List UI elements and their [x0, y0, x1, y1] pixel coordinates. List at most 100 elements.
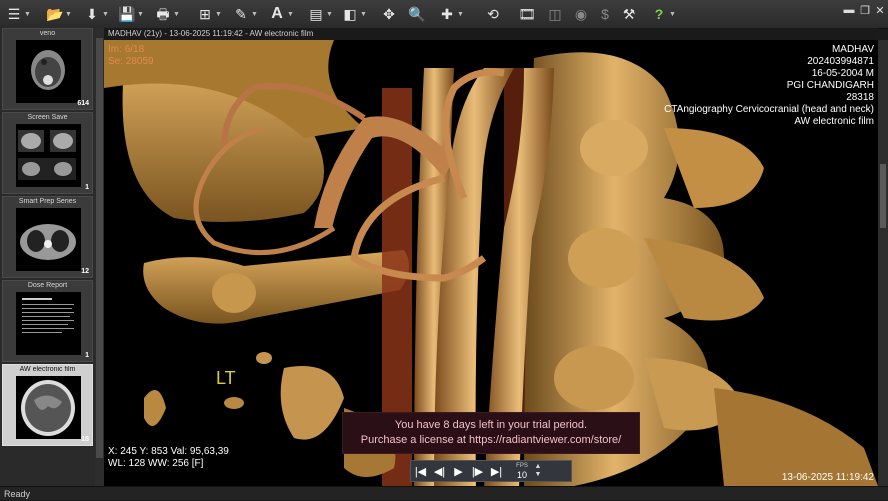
image-count: 12	[81, 268, 89, 275]
chevron-down-icon: ▼	[251, 10, 258, 18]
download-icon: ⬇	[86, 6, 98, 22]
prev-frame-icon: ◀|	[433, 465, 446, 478]
close-button[interactable]: ✕	[873, 3, 887, 17]
reset-button[interactable]: ⟲	[480, 3, 506, 25]
image-index-label: Im: 6/18	[108, 44, 145, 55]
first-frame-icon: |◀	[414, 465, 427, 478]
chevron-down-icon: ▼	[457, 10, 464, 18]
image-count: 1	[85, 352, 89, 359]
open-button[interactable]: 📂 ▼	[44, 3, 74, 25]
annotation-button[interactable]: A ▼	[266, 3, 296, 25]
patient-id-label: 202403994871	[807, 56, 874, 67]
last-frame-icon: ▶|	[490, 465, 503, 478]
first-frame-button[interactable]: |◀	[411, 462, 430, 480]
save-button[interactable]: 💾 ▼	[116, 3, 146, 25]
chevron-down-icon: ▼	[326, 10, 333, 18]
pixel-info-label: X: 245 Y: 853 Val: 95,63,39	[108, 446, 229, 457]
chevron-down-icon: ▼	[173, 10, 180, 18]
open-folder-icon: 📂	[46, 6, 64, 22]
viewer-scrollbar[interactable]	[878, 40, 888, 486]
window-level-icon: ◧	[343, 6, 357, 22]
trial-days-text: You have 8 days left in your trial perio…	[394, 419, 588, 431]
series-sidebar: veno 614 Screen Save 1 Smart Prep Series…	[0, 28, 96, 486]
series-title: veno	[39, 30, 56, 37]
print-icon: 🖶	[156, 6, 170, 22]
status-bar: Ready	[0, 486, 888, 500]
series-title: AW electronic film	[19, 366, 76, 373]
fps-stepper[interactable]: ▲ ▼	[533, 463, 543, 479]
film-button[interactable]: 🎞	[514, 3, 540, 25]
restore-button[interactable]: ❐	[858, 3, 872, 17]
chevron-down-icon: ▼	[669, 10, 676, 18]
series-thumbnail-image	[16, 292, 81, 355]
tools-icon: ✎	[235, 6, 247, 22]
fps-control[interactable]: FPS 10	[511, 463, 533, 480]
study-datetime-label: 13-06-2025 11:19:42	[781, 472, 874, 483]
prev-frame-button[interactable]: ◀|	[430, 462, 449, 480]
mpr-icon: ◫	[548, 6, 562, 22]
annotation-text-icon: A	[271, 5, 283, 22]
next-frame-button[interactable]: |▶	[468, 462, 487, 480]
scrollbar-thumb[interactable]	[880, 164, 886, 228]
film-icon: 🎞	[518, 6, 536, 22]
series-thumbnail-image	[16, 208, 81, 271]
help-button[interactable]: ? ▼	[648, 3, 678, 25]
print-button[interactable]: 🖶 ▼	[152, 3, 182, 25]
study-description-label: CTAngiography Cervicocranial (head and n…	[664, 104, 874, 115]
window-level-label: WL: 128 WW: 256 [F]	[108, 458, 204, 469]
window-level-button[interactable]: ◧ ▼	[340, 3, 368, 25]
tools-button[interactable]: ✎ ▼	[230, 3, 260, 25]
minimize-icon: ▬	[843, 4, 855, 16]
institution-label: PGI CHANDIGARH	[786, 80, 874, 91]
fps-value: 10	[516, 469, 527, 480]
series-thumbnail-image	[16, 40, 81, 103]
restore-icon: ❐	[860, 4, 870, 17]
series-title: Dose Report	[27, 282, 68, 289]
image-count: 1	[85, 184, 89, 191]
series-thumbnail-aw-electronic-film[interactable]: AW electronic film 18	[2, 364, 93, 446]
stack-button[interactable]: ▤ ▼	[306, 3, 334, 25]
trial-purchase-text: Purchase a license at https://radiantvie…	[360, 434, 622, 446]
chevron-down-icon: ▼	[215, 10, 222, 18]
zoom-icon: 🔍	[408, 6, 426, 22]
minimize-button[interactable]: ▬	[842, 3, 856, 17]
close-icon: ✕	[875, 4, 885, 17]
image-viewport[interactable]: MADHAV (21y) - 13-06-2025 11:19:42 - AW …	[104, 28, 878, 486]
series-thumbnail-screen-save[interactable]: Screen Save 1	[2, 112, 93, 194]
menu-button[interactable]: ☰ ▼	[4, 3, 32, 25]
series-thumbnail-dose-report[interactable]: Dose Report 1	[2, 280, 93, 362]
sidebar-scrollbar[interactable]	[95, 28, 104, 486]
3d-button[interactable]: ◉	[570, 3, 592, 25]
menu-icon: ☰	[7, 6, 21, 22]
pan-icon: ✥	[383, 6, 395, 22]
fps-label: FPS	[516, 462, 528, 469]
main-toolbar: ☰ ▼ 📂 ▼ ⬇ ▼ 💾 ▼ 🖶 ▼ ⊞ ▼ ✎ ▼ A ▼ ▤ ▼ ◧ ▼ ✥ 🔍 ✚ ▼ ⟲ 🎞…	[0, 0, 888, 29]
tool-settings-icon: ⚒	[622, 6, 636, 22]
crosshair-button[interactable]: ✚ ▼	[436, 3, 466, 25]
patient-name-label: MADHAV	[831, 44, 874, 55]
series-number-label: Se: 28059	[108, 56, 154, 67]
last-frame-button[interactable]: ▶|	[487, 462, 506, 480]
zoom-button[interactable]: 🔍	[404, 3, 430, 25]
pan-button[interactable]: ✥	[376, 3, 402, 25]
play-icon: ▶	[454, 465, 463, 478]
chevron-down-icon: ▼	[102, 10, 109, 18]
series-thumbnail-smart-prep[interactable]: Smart Prep Series 12	[2, 196, 93, 278]
play-button[interactable]: ▶	[449, 462, 468, 480]
patient-dob-sex-label: 16-05-2004 M	[811, 68, 874, 79]
chevron-down-icon: ▼	[65, 10, 72, 18]
scrollbar-thumb[interactable]	[96, 38, 103, 458]
layout-button[interactable]: ⊞ ▼	[194, 3, 224, 25]
series-thumbnail-veno[interactable]: veno 614	[2, 28, 93, 110]
cine-player: |◀ ◀| ▶ |▶ ▶| FPS 10 ▲ ▼	[410, 460, 572, 482]
series-title: Screen Save	[27, 114, 68, 121]
download-button[interactable]: ⬇ ▼	[82, 3, 110, 25]
mpr-button[interactable]: ◫	[544, 3, 566, 25]
tool-settings-button[interactable]: ⚒	[618, 3, 640, 25]
license-button[interactable]: $	[594, 3, 616, 25]
viewport-title-bar: MADHAV (21y) - 13-06-2025 11:19:42 - AW …	[104, 28, 878, 40]
chevron-down-icon: ▼	[287, 10, 294, 18]
chevron-down-icon: ▼	[360, 10, 367, 18]
laterality-marker: LT	[216, 368, 236, 388]
chevron-up-icon: ▲	[534, 463, 542, 470]
